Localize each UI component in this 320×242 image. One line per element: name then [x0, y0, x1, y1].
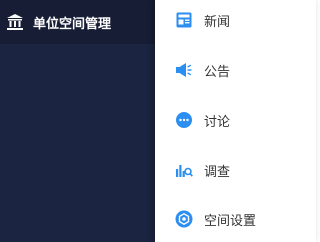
- app-frame: 单位空间管理 新闻 公告 讨论 调查 空间设置: [0, 0, 316, 242]
- menu-item-label: 新闻: [204, 14, 231, 30]
- chat-bubble-icon: [174, 110, 194, 130]
- menu-item-space-settings[interactable]: 空间设置: [155, 199, 316, 239]
- left-navigation-panel: 单位空间管理: [0, 0, 155, 242]
- news-icon: [174, 10, 194, 30]
- settings-gear-icon: [174, 209, 194, 229]
- megaphone-icon: [174, 60, 194, 80]
- space-management-title: 单位空间管理: [33, 16, 112, 32]
- menu-item-label: 讨论: [204, 114, 231, 130]
- survey-chart-icon: [174, 160, 194, 180]
- left-nav-header[interactable]: 单位空间管理: [0, 0, 155, 44]
- dropdown-menu: 新闻 公告 讨论 调查 空间设置: [155, 0, 316, 242]
- menu-item-announcement[interactable]: 公告: [155, 50, 316, 90]
- menu-item-label: 调查: [204, 164, 231, 180]
- menu-item-news[interactable]: 新闻: [155, 0, 316, 40]
- institution-icon: [6, 13, 24, 31]
- menu-item-label: 空间设置: [204, 213, 257, 229]
- menu-item-discussion[interactable]: 讨论: [155, 100, 316, 140]
- menu-item-survey[interactable]: 调查: [155, 150, 316, 190]
- menu-item-label: 公告: [204, 64, 231, 80]
